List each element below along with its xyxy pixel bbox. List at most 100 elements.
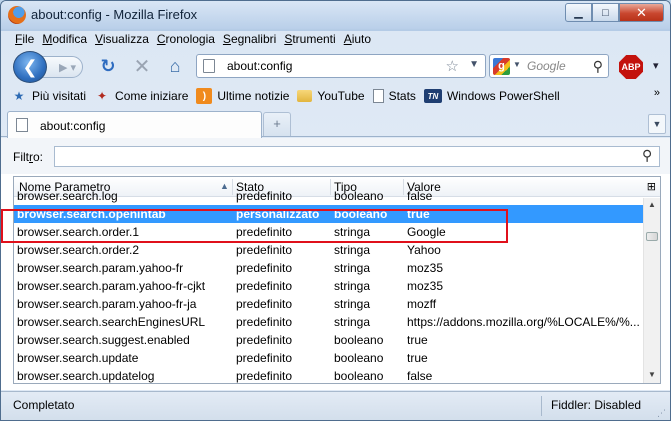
bookmark-item[interactable]: Stats bbox=[372, 85, 416, 107]
cell-tipo: booleano bbox=[334, 207, 388, 221]
bookmark-label: YouTube bbox=[317, 89, 365, 103]
back-arrow-icon: ❮ bbox=[22, 56, 38, 77]
cell-valore: Yahoo bbox=[407, 243, 441, 257]
filter-row: Filtro: ⚲ bbox=[1, 138, 670, 174]
table-row[interactable]: browser.search.order.1 predefinito stringa… bbox=[14, 223, 644, 241]
filter-label: Filtro: bbox=[13, 150, 44, 164]
bookmark-item[interactable]: ★ Più visitati bbox=[11, 85, 86, 107]
about-config-page: Filtro: ⚲ Nome Parametro ▲ Stato Tipo Va… bbox=[1, 138, 670, 390]
minimize-button[interactable]: ▁ bbox=[565, 3, 592, 22]
cell-tipo: booleano bbox=[334, 351, 384, 365]
tree-rows: browser.search.log predefinito booleano fal… bbox=[14, 189, 644, 383]
menu-item[interactable]: Modifica bbox=[38, 29, 91, 49]
table-row[interactable]: browser.search.searchEnginesURL predefini… bbox=[14, 313, 644, 331]
engine-dropdown-icon[interactable]: ▼ bbox=[513, 60, 521, 69]
table-row[interactable]: browser.search.param.yahoo-fr-ja predefin… bbox=[14, 295, 644, 313]
bookmark-label: Stats bbox=[388, 89, 416, 103]
rss-icon: ) bbox=[196, 88, 213, 104]
url-dropdown-icon[interactable]: ▼ bbox=[469, 59, 479, 70]
bookmark-item[interactable]: YouTube bbox=[297, 85, 365, 107]
new-tab-button[interactable]: + bbox=[263, 112, 291, 136]
cell-valore: moz35 bbox=[407, 279, 444, 293]
stop-button[interactable]: ✕ bbox=[130, 55, 154, 78]
page-icon bbox=[372, 89, 384, 103]
bookmark-label: Come iniziare bbox=[115, 89, 189, 103]
cell-stato: predefinito bbox=[236, 225, 293, 239]
table-row[interactable]: browser.search.param.yahoo-fr predefinito… bbox=[14, 259, 644, 277]
menu-item[interactable]: File bbox=[11, 29, 38, 49]
table-row[interactable]: browser.search.param.yahoo-fr-cjkt predef… bbox=[14, 277, 644, 295]
table-row[interactable]: browser.search.updatelog predefinito boole… bbox=[14, 367, 644, 383]
cell-stato: predefinito bbox=[236, 333, 293, 347]
table-row[interactable]: browser.search.suggest.enabled predefinit… bbox=[14, 331, 644, 349]
column-picker-icon[interactable]: ⊞ bbox=[647, 180, 656, 193]
bookmark-item[interactable]: ✦ Come iniziare bbox=[94, 85, 188, 107]
stop-icon: ✕ bbox=[133, 55, 151, 78]
tab-about-config[interactable]: about:config bbox=[7, 111, 262, 138]
list-all-tabs-button[interactable]: ▼ bbox=[648, 114, 666, 134]
cell-stato: predefinito bbox=[236, 369, 293, 383]
status-text: Completato bbox=[13, 398, 75, 412]
forward-button[interactable]: ▶ ▾ bbox=[41, 56, 83, 78]
scroll-up-icon[interactable]: ▲ bbox=[646, 200, 658, 212]
cell-stato: predefinito bbox=[236, 189, 293, 203]
reload-button[interactable]: ↻ bbox=[96, 55, 120, 77]
search-bar[interactable]: g ▼ Google ⚲ bbox=[489, 54, 609, 78]
adblock-plus-button[interactable]: ABP bbox=[619, 55, 643, 79]
preferences-tree[interactable]: Nome Parametro ▲ Stato Tipo Valore ⊞ bro… bbox=[13, 176, 661, 384]
minimize-icon: ▁ bbox=[574, 7, 583, 19]
firefox-window: about:config - Mozilla Firefox ▁ □ ✕ Fil… bbox=[0, 0, 671, 421]
cell-name: browser.search.suggest.enabled bbox=[17, 333, 190, 347]
google-engine-icon[interactable]: g bbox=[493, 58, 510, 75]
forward-dropdown-icon: ▶ ▾ bbox=[58, 61, 76, 74]
cell-tipo: booleano bbox=[334, 369, 384, 383]
cell-tipo: stringa bbox=[334, 315, 371, 329]
cell-stato: predefinito bbox=[236, 297, 293, 311]
cell-valore: https://addons.mozilla.org/%LOCALE%/%... bbox=[407, 315, 640, 329]
caption-buttons: ▁ □ ✕ bbox=[565, 3, 664, 22]
resize-grip-icon[interactable]: ⋰ bbox=[657, 408, 666, 419]
toolbar-overflow-icon[interactable]: ▾ bbox=[653, 59, 659, 72]
menu-item[interactable]: Cronologia bbox=[153, 29, 219, 49]
bookmarks-overflow-icon[interactable]: » bbox=[654, 87, 660, 99]
menu-bar: File Modifica Visualizza Cronologia Segnalib… bbox=[1, 29, 670, 49]
navigation-toolbar: ▶ ▾ ❮ ↻ ✕ ⌂ about:config ☆ ▼ g ▼ Google … bbox=[1, 49, 670, 83]
table-row[interactable]: browser.search.log predefinito booleano fal… bbox=[14, 187, 644, 205]
scroll-down-icon[interactable]: ▼ bbox=[646, 370, 658, 382]
bookmark-star-icon[interactable]: ☆ bbox=[446, 57, 459, 75]
search-icon[interactable]: ⚲ bbox=[593, 58, 603, 75]
fiddler-status[interactable]: Fiddler: Disabled bbox=[551, 398, 641, 412]
tab-page-icon bbox=[16, 118, 28, 132]
url-bar[interactable]: about:config ☆ ▼ bbox=[196, 54, 486, 78]
cell-name: browser.search.param.yahoo-fr bbox=[17, 261, 184, 275]
home-button[interactable]: ⌂ bbox=[163, 55, 187, 77]
tab-strip: about:config + ▼ bbox=[1, 109, 670, 138]
table-row-selected[interactable]: browser.search.openintab personalizzato bo… bbox=[14, 205, 644, 223]
back-button[interactable]: ❮ bbox=[13, 51, 47, 83]
menu-item[interactable]: Aiuto bbox=[340, 29, 375, 49]
cell-valore: true bbox=[407, 207, 430, 221]
title-bar: about:config - Mozilla Firefox ▁ □ ✕ bbox=[1, 1, 670, 29]
bookmark-item[interactable]: ) Ultime notizie bbox=[196, 85, 289, 107]
vertical-scrollbar[interactable]: ▲ ▼ bbox=[643, 198, 660, 383]
menu-item[interactable]: Strumenti bbox=[280, 29, 339, 49]
folder-icon bbox=[297, 90, 313, 102]
maximize-icon: □ bbox=[602, 6, 609, 19]
cell-name: browser.search.order.2 bbox=[17, 243, 140, 257]
filter-search-icon[interactable]: ⚲ bbox=[642, 147, 667, 164]
bookmark-item[interactable]: TN Windows PowerShell bbox=[423, 85, 560, 107]
maximize-button[interactable]: □ bbox=[592, 3, 619, 22]
close-button[interactable]: ✕ bbox=[619, 3, 664, 22]
window-title: about:config - Mozilla Firefox bbox=[31, 7, 198, 22]
dragon-icon: ✦ bbox=[97, 89, 108, 103]
menu-item[interactable]: Visualizza bbox=[91, 29, 153, 49]
cell-name: browser.search.searchEnginesURL bbox=[17, 315, 206, 329]
reload-icon: ↻ bbox=[100, 55, 116, 76]
table-row[interactable]: browser.search.update predefinito booleano… bbox=[14, 349, 644, 367]
cell-stato: predefinito bbox=[236, 243, 293, 257]
scrollbar-thumb[interactable] bbox=[646, 232, 658, 241]
cell-valore: true bbox=[407, 333, 428, 347]
menu-item[interactable]: Segnalibri bbox=[219, 29, 280, 49]
table-row[interactable]: browser.search.order.2 predefinito stringa… bbox=[14, 241, 644, 259]
filter-input[interactable] bbox=[54, 146, 660, 167]
